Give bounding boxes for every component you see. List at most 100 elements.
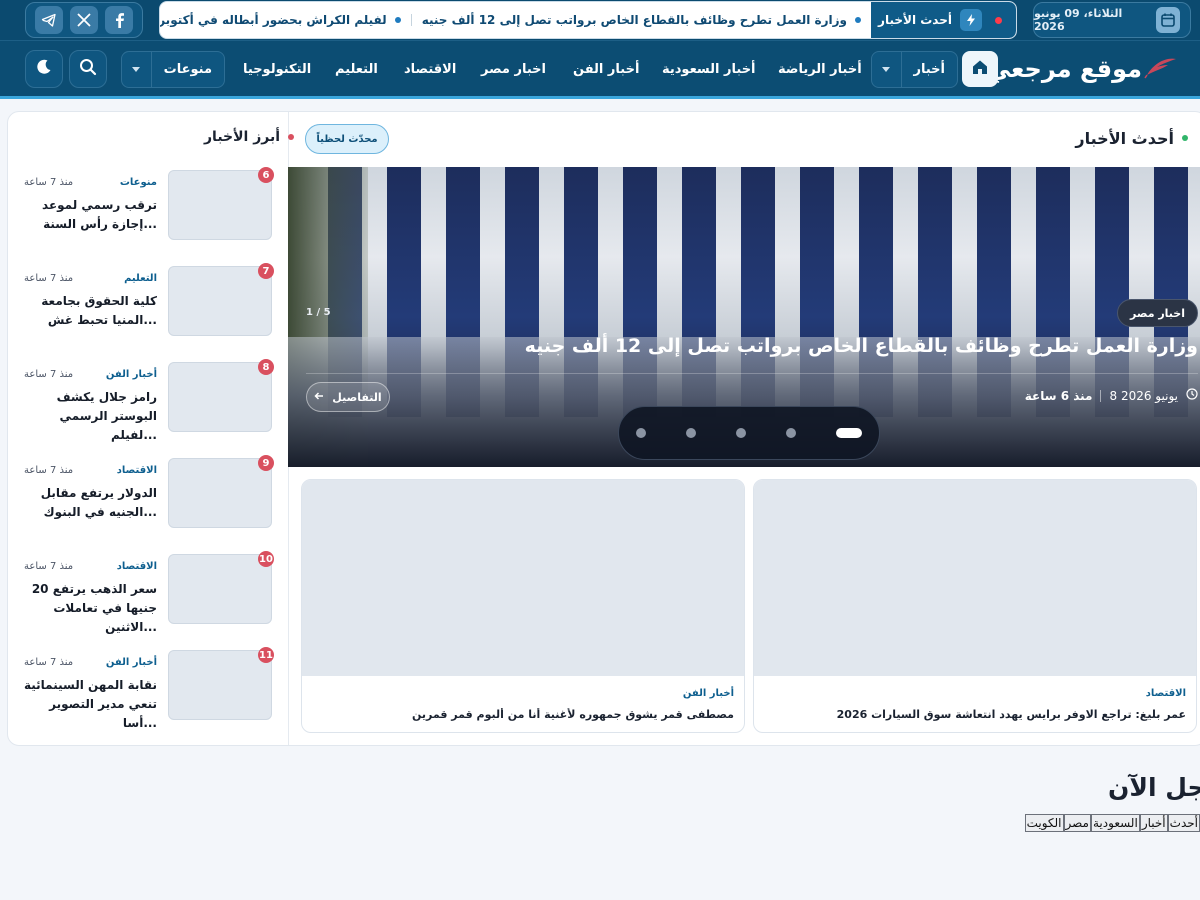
news-dropdown[interactable]: أخبار [871,51,958,88]
list-item-image [168,362,272,432]
x-icon[interactable] [69,6,98,34]
list-item-title[interactable]: الدولار يرتفع مقابل الجنيه في البنوك... [23,484,157,522]
bullet-icon [855,17,861,23]
list-item[interactable]: 9 الاقتصاد منذ 7 ساعة الدولار يرتفع مقاب… [8,455,281,530]
telegram-icon[interactable] [35,6,64,34]
nav-link-egypt[interactable]: اخبار مصر [481,51,546,88]
ticker-item[interactable]: وزارة العمل تطرح وظائف بالقطاع الخاص برو… [422,13,861,27]
rank-badge: 9 [258,455,274,471]
list-item-category[interactable]: التعليم [124,273,157,284]
arrow-left-icon [314,391,324,404]
list-item-category[interactable]: الاقتصاد [117,465,157,476]
card-title[interactable]: عمر بليغ: تراجع الاوفر برايس يهدد انتعاش… [766,708,1186,721]
card-category[interactable]: أخبار الفن [683,688,734,699]
list-item-category[interactable]: أخبار الفن [106,369,157,380]
site-logo[interactable]: موقع مرجعي [987,49,1178,89]
live-update-badge: محدّث لحظياً [305,124,389,154]
list-item-title[interactable]: رامز جلال يكشف البوستر الرسمي لفيلم... [23,388,157,445]
chevron-down-icon [122,52,152,87]
section-dot [288,134,295,140]
slider-dot[interactable] [786,428,796,438]
misc-dropdown-label: منوعات [163,62,212,77]
top-news-title: أبرز الأخبار [204,129,281,145]
ticker-item-text: لفيلم الكراش بحضور أبطاله في أكتوبر [159,13,387,27]
urgent-tabs: أحدث أخبار السعودية مصر الكويت [1024,814,1200,832]
slider-dots [618,406,880,460]
slider-dot[interactable] [686,428,696,438]
nav-link-sports[interactable]: أخبار الرياضة [778,51,862,88]
top-bar: الثلاثاء، 09 يونيو 2026 أحدث الأخبار وزا… [0,0,1200,41]
ticker-item[interactable]: لفيلم الكراش بحضور أبطاله في أكتوبر [159,13,401,27]
list-item-time: منذ 7 ساعة [24,369,74,380]
ticker-label-text: أحدث الأخبار [878,13,952,27]
urgent-news-title: عاجل الآن [1108,773,1200,802]
list-item[interactable]: 6 منوعات منذ 7 ساعة ترقب رسمي لموعد إجاز… [8,167,281,242]
top-news-header: أبرز الأخبار [204,125,295,149]
list-item-title[interactable]: ترقب رسمي لموعد إجازة رأس السنة... [23,196,157,234]
tab-news[interactable]: أخبار [1139,814,1168,832]
news-card[interactable]: أخبار الفن مصطفى قمر يشوق جمهوره لأغنية … [301,479,745,733]
tab-saudi[interactable]: السعودية [1091,814,1140,832]
hero-category-badge[interactable]: اخبار مصر [1117,299,1198,327]
calendar-icon [1155,7,1180,33]
hero-slider[interactable]: اخبار مصر 1 / 5 وزارة العمل تطرح وظائف ب… [288,167,1200,467]
card-category[interactable]: الاقتصاد [1146,688,1186,699]
moon-icon [35,58,53,80]
details-button[interactable]: التفاصيل [306,382,390,412]
nav-link-art[interactable]: أخبار الفن [573,51,639,88]
dark-mode-toggle[interactable] [25,50,63,88]
bullet-icon [394,17,401,23]
hero-headline[interactable]: وزارة العمل تطرح وظائف بالقطاع الخاص برو… [318,335,1198,357]
list-item[interactable]: 7 التعليم منذ 7 ساعة كلية الحقوق بجامعة … [8,263,281,338]
list-item-title[interactable]: كلية الحقوق بجامعة المنيا تحبط غش... [23,292,157,330]
misc-dropdown[interactable]: منوعات [121,51,225,88]
tab-egypt[interactable]: مصر [1063,814,1091,832]
card-title[interactable]: مصطفى قمر يشوق جمهوره لأغنية أنا من ألبو… [314,708,734,721]
hero-time-ago: منذ 6 ساعة [1024,388,1093,403]
rank-badge: 11 [258,647,274,663]
list-item-title[interactable]: سعر الذهب يرتفع 20 جنيها في تعاملات الاث… [23,580,157,637]
nav-link-technology[interactable]: التكنولوجيا [243,51,311,88]
facebook-icon[interactable] [104,6,133,34]
hero-meta: 8 يونيو 2026 منذ 6 ساعة [1025,388,1198,403]
list-item-time: منذ 7 ساعة [24,273,74,284]
section-dot [1182,135,1188,141]
slider-dot[interactable] [836,428,862,438]
list-item-image [168,650,272,720]
date-pill: الثلاثاء، 09 يونيو 2026 [1033,2,1191,38]
ticker-separator [410,14,412,26]
nav-link-saudi[interactable]: أخبار السعودية [662,51,756,88]
slider-dot[interactable] [736,428,746,438]
ticker-item-text: وزارة العمل تطرح وظائف بالقطاع الخاص برو… [421,13,847,27]
rank-badge: 7 [258,263,274,279]
list-item[interactable]: 8 أخبار الفن منذ 7 ساعة رامز جلال يكشف ا… [8,359,281,442]
tab-kuwait[interactable]: الكويت [1024,814,1064,832]
clock-icon [1186,388,1198,403]
list-item-category[interactable]: أخبار الفن [106,657,157,668]
list-item-time: منذ 7 ساعة [24,657,74,668]
logo-text: موقع مرجعي [986,55,1143,83]
list-item-category[interactable]: الاقتصاد [117,561,157,572]
home-button[interactable] [962,51,998,87]
tab-latest[interactable]: أحدث [1167,814,1200,832]
nav-link-economy[interactable]: الاقتصاد [404,51,456,88]
search-button[interactable] [69,50,107,88]
social-links [25,2,143,38]
list-item[interactable]: 10 الاقتصاد منذ 7 ساعة سعر الذهب يرتفع 2… [8,551,281,634]
live-dot [995,17,1002,24]
nav-link-education[interactable]: التعليم [335,51,378,88]
list-item-time: منذ 7 ساعة [24,465,74,476]
slide-counter: 1 / 5 [306,307,331,318]
details-button-label: التفاصيل [332,390,382,404]
news-dropdown-label: أخبار [913,62,946,77]
list-item-image [168,458,272,528]
list-item[interactable]: 11 أخبار الفن منذ 7 ساعة نقابة المهن الس… [8,647,281,730]
news-card[interactable]: الاقتصاد عمر بليغ: تراجع الاوفر برايس يه… [753,479,1197,733]
news-ticker: أحدث الأخبار وزارة العمل تطرح وظائف بالق… [159,1,1017,39]
list-item-title[interactable]: نقابة المهن السينمائية تنعي مدير التصوير… [23,676,157,733]
hero-divider [306,373,1198,374]
card-image [754,480,1196,676]
slider-dot[interactable] [636,428,646,438]
list-item-category[interactable]: منوعات [120,177,157,188]
list-item-time: منذ 7 ساعة [24,177,74,188]
